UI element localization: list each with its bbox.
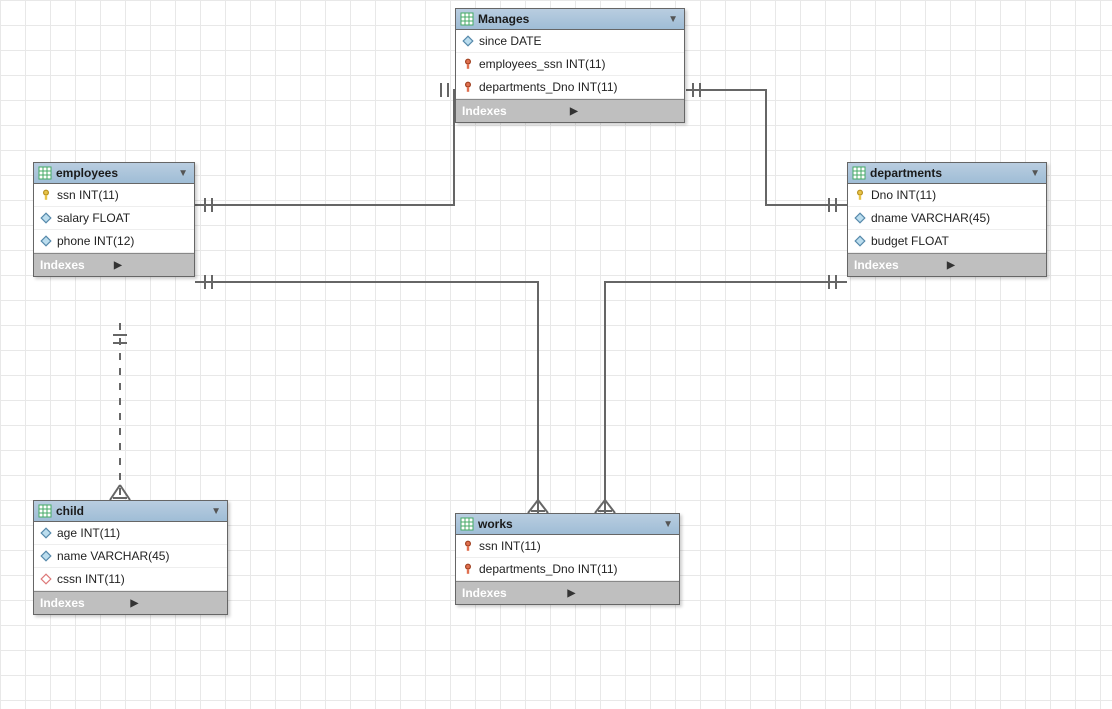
column[interactable]: Dno INT(11) (848, 184, 1046, 207)
table-title: employees (56, 166, 174, 180)
column[interactable]: phone INT(12) (34, 230, 194, 253)
attribute-icon (462, 35, 474, 47)
indexes-label: Indexes (462, 104, 570, 118)
table-header[interactable]: works ▼ (456, 514, 679, 535)
column-text: dname VARCHAR(45) (871, 211, 990, 225)
chevron-right-icon: ▶ (114, 260, 188, 271)
column[interactable]: departments_Dno INT(11) (456, 558, 679, 581)
indexes-section[interactable]: Indexes▶ (456, 581, 679, 604)
primary-key-icon (854, 189, 866, 201)
table-icon (38, 166, 52, 180)
column[interactable]: budget FLOAT (848, 230, 1046, 253)
column[interactable]: name VARCHAR(45) (34, 545, 227, 568)
column[interactable]: ssn INT(11) (456, 535, 679, 558)
indexes-section[interactable]: Indexes▶ (456, 99, 684, 122)
column-text: age INT(11) (57, 526, 120, 540)
foreign-key-icon (462, 563, 474, 575)
table-employees[interactable]: employees ▼ ssn INT(11) salary FLOAT pho… (33, 162, 195, 277)
attribute-icon (40, 212, 52, 224)
attribute-icon (40, 235, 52, 247)
foreign-key-icon (462, 540, 474, 552)
column-text: Dno INT(11) (871, 188, 936, 202)
attribute-icon (854, 212, 866, 224)
attribute-icon (854, 235, 866, 247)
chevron-down-icon[interactable]: ▼ (211, 506, 221, 517)
indexes-label: Indexes (462, 586, 568, 600)
table-child[interactable]: child ▼ age INT(11) name VARCHAR(45) css… (33, 500, 228, 615)
chevron-down-icon[interactable]: ▼ (178, 168, 188, 179)
table-departments[interactable]: departments ▼ Dno INT(11) dname VARCHAR(… (847, 162, 1047, 277)
indexes-label: Indexes (40, 258, 114, 272)
chevron-right-icon: ▶ (131, 598, 222, 609)
indexes-label: Indexes (854, 258, 947, 272)
attribute-icon (40, 527, 52, 539)
column-text: departments_Dno INT(11) (479, 562, 618, 576)
indexes-section[interactable]: Indexes▶ (34, 591, 227, 614)
column-text: budget FLOAT (871, 234, 949, 248)
table-header[interactable]: Manages ▼ (456, 9, 684, 30)
column-text: salary FLOAT (57, 211, 130, 225)
column-text: departments_Dno INT(11) (479, 80, 618, 94)
indexes-label: Indexes (40, 596, 131, 610)
column-text: since DATE (479, 34, 541, 48)
table-icon (460, 12, 474, 26)
attribute-icon (40, 550, 52, 562)
table-title: Manages (478, 12, 664, 26)
table-title: child (56, 504, 207, 518)
chevron-right-icon: ▶ (568, 588, 674, 599)
indexes-section[interactable]: Indexes▶ (848, 253, 1046, 276)
table-title: departments (870, 166, 1026, 180)
table-header[interactable]: employees ▼ (34, 163, 194, 184)
column[interactable]: employees_ssn INT(11) (456, 53, 684, 76)
column[interactable]: ssn INT(11) (34, 184, 194, 207)
column[interactable]: since DATE (456, 30, 684, 53)
column[interactable]: age INT(11) (34, 522, 227, 545)
primary-key-icon (40, 189, 52, 201)
table-title: works (478, 517, 659, 531)
column[interactable]: salary FLOAT (34, 207, 194, 230)
attribute-open-icon (40, 573, 52, 585)
chevron-down-icon[interactable]: ▼ (1030, 168, 1040, 179)
table-icon (460, 517, 474, 531)
chevron-down-icon[interactable]: ▼ (663, 519, 673, 530)
foreign-key-icon (462, 58, 474, 70)
column-text: phone INT(12) (57, 234, 134, 248)
table-icon (38, 504, 52, 518)
column-text: cssn INT(11) (57, 572, 125, 586)
column-text: employees_ssn INT(11) (479, 57, 606, 71)
column-text: ssn INT(11) (479, 539, 541, 553)
chevron-down-icon[interactable]: ▼ (668, 14, 678, 25)
indexes-section[interactable]: Indexes▶ (34, 253, 194, 276)
table-header[interactable]: departments ▼ (848, 163, 1046, 184)
column[interactable]: dname VARCHAR(45) (848, 207, 1046, 230)
table-icon (852, 166, 866, 180)
table-works[interactable]: works ▼ ssn INT(11) departments_Dno INT(… (455, 513, 680, 605)
table-header[interactable]: child ▼ (34, 501, 227, 522)
column[interactable]: cssn INT(11) (34, 568, 227, 591)
column-text: ssn INT(11) (57, 188, 119, 202)
column-text: name VARCHAR(45) (57, 549, 169, 563)
column[interactable]: departments_Dno INT(11) (456, 76, 684, 99)
foreign-key-icon (462, 81, 474, 93)
chevron-right-icon: ▶ (570, 106, 678, 117)
table-manages[interactable]: Manages ▼ since DATE employees_ssn INT(1… (455, 8, 685, 123)
chevron-right-icon: ▶ (947, 260, 1040, 271)
